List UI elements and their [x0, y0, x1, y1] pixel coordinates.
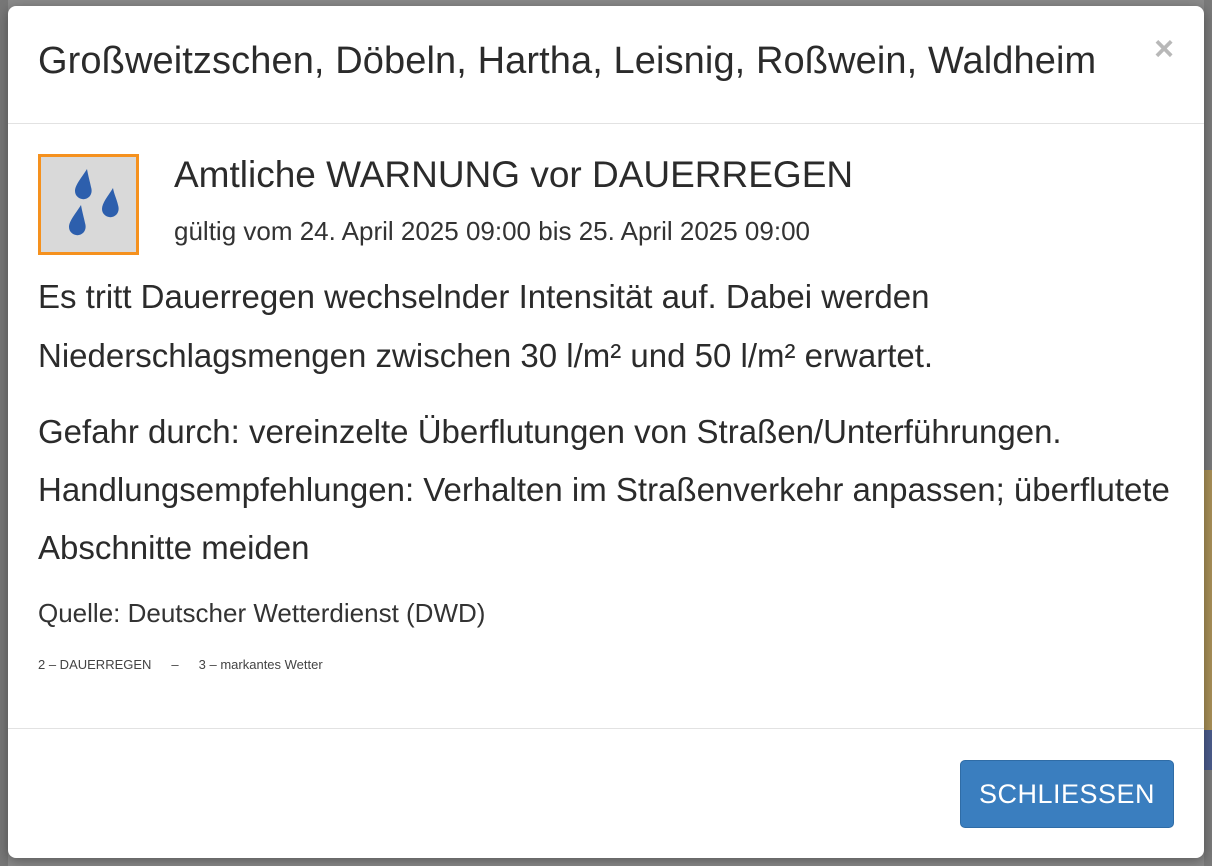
warning-modal: Großweitzschen, Döbeln, Hartha, Leisnig,…	[8, 6, 1204, 858]
warning-source: Quelle: Deutscher Wetterdienst (DWD)	[38, 598, 486, 628]
warning-title: Amtliche WARNUNG vor DAUERREGEN	[174, 154, 854, 195]
rain-drops-graphic	[69, 169, 119, 236]
rain-drop-2	[102, 188, 119, 218]
modal-footer: SCHLIESSEN	[8, 728, 1204, 858]
close-button[interactable]: SCHLIESSEN	[960, 760, 1174, 828]
event-code: 2 – DAUERREGEN	[38, 657, 152, 672]
rain-drops-icon	[38, 154, 139, 255]
rain-drop-1	[75, 169, 92, 200]
modal-header: Großweitzschen, Döbeln, Hartha, Leisnig,…	[8, 6, 1204, 124]
background-map-area	[1204, 470, 1212, 770]
background-left-edge	[0, 0, 8, 866]
warning-level: 3 – markantes Wetter	[198, 657, 323, 672]
warning-description: Es tritt Dauerregen wechselnder Intensit…	[38, 278, 934, 374]
background-map-marker	[1204, 730, 1212, 770]
warning-instruction: Gefahr durch: vereinzelte Überflutungen …	[38, 413, 1170, 566]
modal-title: Großweitzschen, Döbeln, Hartha, Leisnig,…	[38, 40, 1097, 82]
modal-body: Amtliche WARNUNG vor DAUERREGEN gültig v…	[8, 124, 1204, 728]
rain-drop-3	[69, 205, 86, 236]
warning-validity: gültig vom 24. April 2025 09:00 bis 25. …	[174, 216, 810, 246]
meta-separator: –	[171, 657, 179, 672]
close-icon[interactable]: ×	[1154, 32, 1174, 66]
warning-meta: 2 – DAUERREGEN – 3 – markantes Wetter	[38, 657, 323, 672]
